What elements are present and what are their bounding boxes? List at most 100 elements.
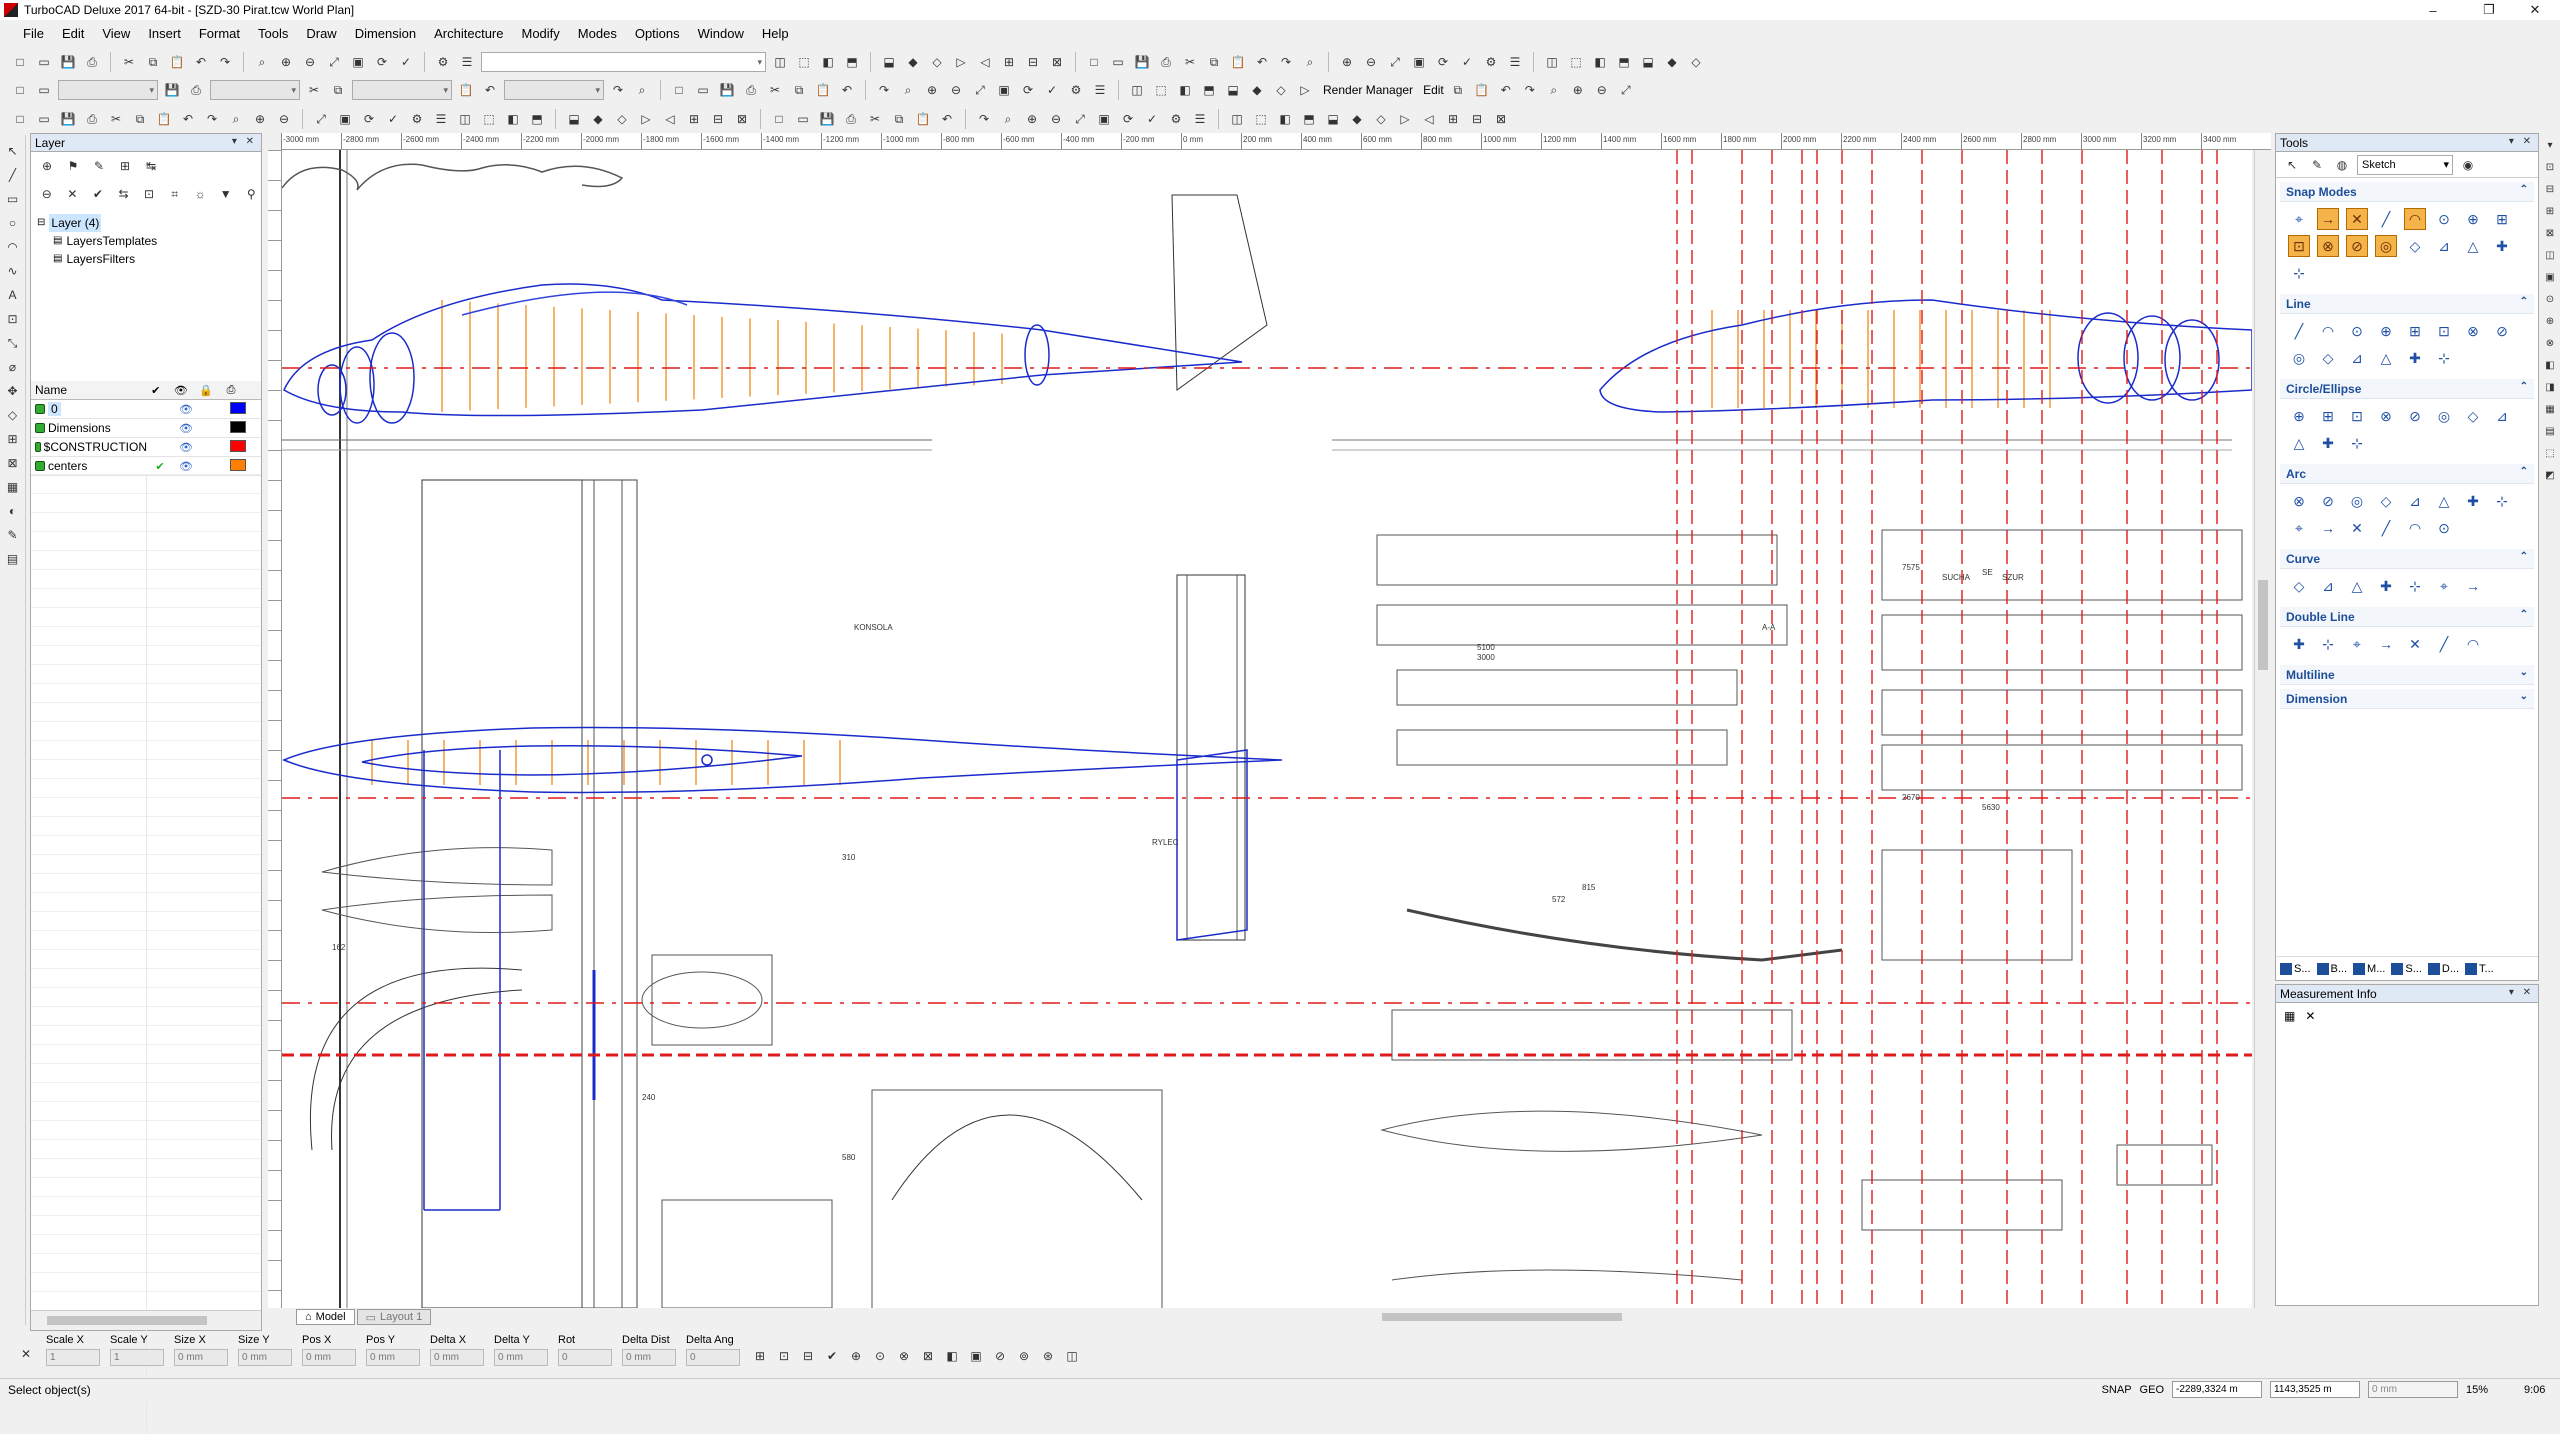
refresh-icon[interactable]: ⟳ xyxy=(1433,52,1453,72)
menu-dimension[interactable]: Dimension xyxy=(346,26,425,41)
paste-icon[interactable]: 📋 xyxy=(167,52,187,72)
split-icon[interactable]: ◫ xyxy=(1227,109,1247,129)
refresh-icon[interactable]: ⟳ xyxy=(372,52,392,72)
new-icon[interactable]: □ xyxy=(10,52,30,72)
tool-12-icon[interactable]: ◇ xyxy=(2404,235,2426,257)
half-icon[interactable]: ◧ xyxy=(503,109,523,129)
side-tool-2-icon[interactable]: ⊟ xyxy=(2542,181,2558,197)
side-tool-5-icon[interactable]: ◫ xyxy=(2542,247,2558,263)
layer-color-cell[interactable] xyxy=(225,401,251,417)
eye-icon[interactable]: 👁 xyxy=(173,403,199,416)
menu-modes[interactable]: Modes xyxy=(569,26,626,41)
tool-10-icon[interactable]: ⊘ xyxy=(2346,235,2368,257)
top-icon[interactable]: ⬒ xyxy=(842,52,862,72)
tool-1-icon[interactable]: → xyxy=(2317,208,2339,230)
fit-icon[interactable]: ⤢ xyxy=(324,52,344,72)
side-tool-12-icon[interactable]: ▦ xyxy=(2542,401,2558,417)
tool-2-icon[interactable]: ⊙ xyxy=(2346,320,2368,342)
layer-tool-3-icon[interactable]: ⊞ xyxy=(115,156,135,176)
tool-2-icon[interactable]: △ xyxy=(2346,575,2368,597)
inspector-tool-11-icon[interactable]: ⊚ xyxy=(1014,1346,1034,1366)
new-icon[interactable]: □ xyxy=(769,109,789,129)
layer-row[interactable]: Dimensions 👁 xyxy=(31,419,261,438)
frame-icon[interactable]: ⬚ xyxy=(1251,109,1271,129)
layer-tree-node[interactable]: ▤ LayersTemplates xyxy=(37,232,261,250)
copy-icon[interactable]: ⧉ xyxy=(789,80,809,100)
split-icon[interactable]: ◫ xyxy=(455,109,475,129)
grid-icon[interactable]: ⊞ xyxy=(684,109,704,129)
check-icon[interactable]: ✓ xyxy=(1457,52,1477,72)
inspector-tool-8-icon[interactable]: ◧ xyxy=(942,1346,962,1366)
menu-draw[interactable]: Draw xyxy=(297,26,345,41)
tool-11-icon[interactable]: △ xyxy=(2375,347,2397,369)
layer-action-6-icon[interactable]: ☼ xyxy=(190,184,210,204)
bottom-icon[interactable]: ⬓ xyxy=(564,109,584,129)
tool-9-icon[interactable]: ✚ xyxy=(2317,432,2339,454)
top-icon[interactable]: ⬒ xyxy=(527,109,547,129)
tool-1-icon[interactable]: ⊹ xyxy=(2317,633,2339,655)
geo-indicator[interactable]: GEO xyxy=(2140,1384,2164,1396)
tool-3-icon[interactable]: ⊗ xyxy=(2375,405,2397,427)
tool-4-icon[interactable]: ✕ xyxy=(2404,633,2426,655)
lock-icon[interactable]: 🔒 xyxy=(193,384,218,397)
window-icon[interactable]: ▣ xyxy=(335,109,355,129)
inspector-tool-9-icon[interactable]: ▣ xyxy=(966,1346,986,1366)
zoom-out-icon[interactable]: ⊖ xyxy=(946,80,966,100)
hollow-diamond-icon[interactable]: ◇ xyxy=(927,52,947,72)
zoom-in-icon[interactable]: ⊕ xyxy=(1337,52,1357,72)
refresh-icon[interactable]: ⟳ xyxy=(359,109,379,129)
tool-14-icon[interactable]: △ xyxy=(2462,235,2484,257)
close-icon[interactable]: ✕ xyxy=(2305,1009,2315,1023)
zoom-in-icon[interactable]: ⊕ xyxy=(922,80,942,100)
tool-4-icon[interactable]: ⊞ xyxy=(2404,320,2426,342)
copy-icon[interactable]: ⧉ xyxy=(1448,80,1468,100)
draw-tool-5-icon[interactable]: ∿ xyxy=(3,261,23,281)
toolbar-dropdown[interactable]: ▾ xyxy=(210,80,300,100)
tools-footer-tab[interactable]: T... xyxy=(2465,960,2494,977)
paint-bucket-icon[interactable]: ◉ xyxy=(2458,155,2478,175)
tool-13-icon[interactable]: ⊹ xyxy=(2433,347,2455,369)
drawing-canvas[interactable]: pirat KONSOLA RYLEC 162 310 240 580 815 … xyxy=(282,150,2252,1308)
inspector-field-value[interactable]: 1 xyxy=(46,1349,100,1366)
canvas-horizontal-scrollbar[interactable] xyxy=(472,1311,2252,1323)
redo-icon[interactable]: ↷ xyxy=(215,52,235,72)
print-icon[interactable]: ⎙ xyxy=(82,109,102,129)
tool-3-icon[interactable]: ◇ xyxy=(2375,490,2397,512)
play-icon[interactable]: ▷ xyxy=(1295,80,1315,100)
undo-icon[interactable]: ↶ xyxy=(178,109,198,129)
diamond-icon[interactable]: ◆ xyxy=(1347,109,1367,129)
paste-icon[interactable]: 📋 xyxy=(456,80,476,100)
tools-section-header[interactable]: Line ⌃ xyxy=(2280,294,2534,314)
inspector-field-value[interactable]: 0 mm xyxy=(302,1349,356,1366)
tool-2-icon[interactable]: ◎ xyxy=(2346,490,2368,512)
save-icon[interactable]: 💾 xyxy=(162,80,182,100)
open-icon[interactable]: ▭ xyxy=(34,52,54,72)
tool-3-icon[interactable]: → xyxy=(2375,633,2397,655)
zoom-out-icon[interactable]: ⊖ xyxy=(300,52,320,72)
top-icon[interactable]: ⬒ xyxy=(1299,109,1319,129)
side-tool-3-icon[interactable]: ⊞ xyxy=(2542,203,2558,219)
new-icon[interactable]: □ xyxy=(10,80,30,100)
print-icon[interactable]: ⎙ xyxy=(841,109,861,129)
fit-icon[interactable]: ⤢ xyxy=(1070,109,1090,129)
draw-tool-14-icon[interactable]: ▦ xyxy=(3,477,23,497)
settings-icon[interactable]: ⚙ xyxy=(433,52,453,72)
tool-4-icon[interactable]: ⊘ xyxy=(2404,405,2426,427)
cut-icon[interactable]: ✂ xyxy=(304,80,324,100)
layout-tab[interactable]: ▭ Layout 1 xyxy=(356,1309,432,1325)
layer-tree-node[interactable]: ▤ LayersFilters xyxy=(37,250,261,268)
tool-4-icon[interactable]: ⊹ xyxy=(2404,575,2426,597)
layer-color-cell[interactable] xyxy=(225,458,251,474)
draw-tool-4-icon[interactable]: ◠ xyxy=(3,237,23,257)
zoom-in-icon[interactable]: ⊕ xyxy=(1568,80,1588,100)
split-icon[interactable]: ◫ xyxy=(1127,80,1147,100)
layer-row[interactable]: 0 👁 xyxy=(31,400,261,419)
inspector-tool-12-icon[interactable]: ⊛ xyxy=(1038,1346,1058,1366)
frame-icon[interactable]: ⬚ xyxy=(1151,80,1171,100)
snap-indicator[interactable]: SNAP xyxy=(2102,1384,2132,1396)
collapse-chevron-icon[interactable]: ⌃ xyxy=(2520,296,2528,307)
layer-row[interactable]: centers ✔ 👁 xyxy=(31,457,261,476)
tool-10-icon[interactable]: ⊿ xyxy=(2346,347,2368,369)
tool-2-icon[interactable]: ⌖ xyxy=(2346,633,2368,655)
list-icon[interactable]: ☰ xyxy=(431,109,451,129)
